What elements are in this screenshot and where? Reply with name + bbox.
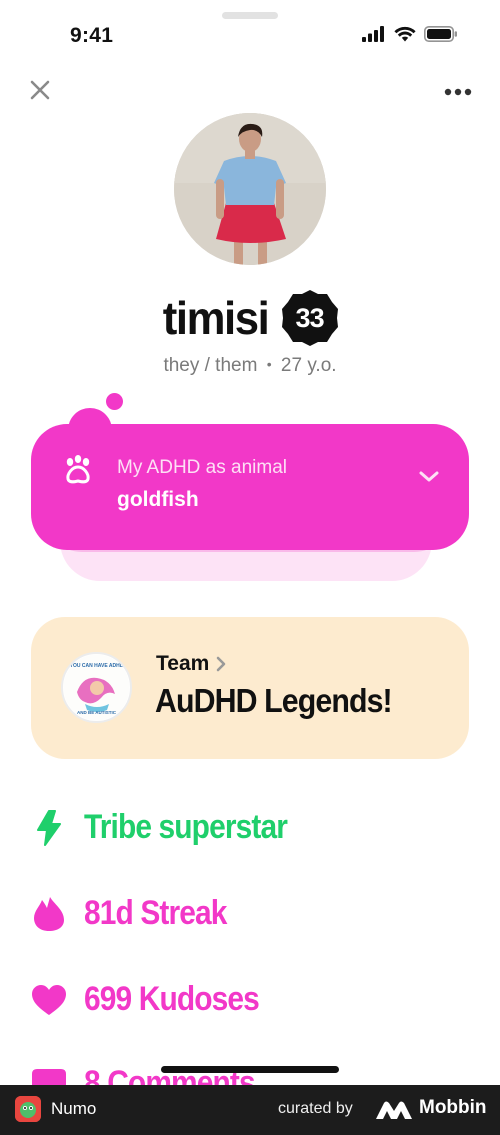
stat-kudoses[interactable]: 699 Kudoses bbox=[30, 980, 283, 1019]
comment-icon bbox=[32, 1068, 66, 1085]
team-avatar-illustration: YOU CAN HAVE ADHD AND BE AUTISTIC bbox=[63, 654, 130, 721]
profile-name: timisi bbox=[163, 292, 270, 344]
footer-brand[interactable]: Mobbin bbox=[419, 1097, 487, 1119]
flame-icon bbox=[34, 896, 64, 931]
sheet-grabber[interactable] bbox=[222, 12, 278, 19]
animal-card-value: goldfish bbox=[117, 488, 199, 511]
profile-name-row: timisi 33 bbox=[0, 288, 500, 348]
animal-card-bubble-small bbox=[106, 393, 123, 410]
adhd-animal-card[interactable] bbox=[31, 424, 469, 550]
avatar-photo bbox=[174, 113, 326, 265]
numo-app-icon bbox=[15, 1096, 41, 1122]
status-icons bbox=[362, 26, 458, 42]
team-avatar: YOU CAN HAVE ADHD AND BE AUTISTIC bbox=[61, 652, 132, 723]
numo-logo-icon bbox=[15, 1096, 41, 1122]
status-time: 9:41 bbox=[70, 24, 114, 47]
pronouns: they / them bbox=[163, 355, 258, 376]
more-dots-icon bbox=[444, 88, 472, 96]
team-avatar-text-top: YOU CAN HAVE ADHD bbox=[70, 663, 124, 669]
lightning-icon bbox=[37, 809, 61, 846]
animal-card-label: My ADHD as animal bbox=[117, 457, 287, 478]
avatar[interactable] bbox=[174, 113, 326, 265]
mobbin-logo-icon bbox=[376, 1101, 412, 1119]
stat-label: 81d Streak bbox=[84, 894, 227, 932]
subtitle-separator: • bbox=[266, 356, 272, 372]
more-options-button[interactable] bbox=[444, 80, 472, 104]
chevron-right-icon bbox=[217, 656, 226, 672]
battery-icon bbox=[424, 26, 457, 42]
profile-sheet: 9:41 timisi 33 they / them • 27 y.o. My … bbox=[0, 0, 500, 1085]
footer-app-name: Numo bbox=[51, 1099, 97, 1118]
team-avatar-text-bottom: AND BE AUTISTIC bbox=[77, 710, 117, 715]
home-indicator[interactable] bbox=[161, 1066, 339, 1073]
team-name: AuDHD Legends! bbox=[155, 682, 393, 719]
footer-curated-by: curated by bbox=[278, 1100, 353, 1117]
stat-label: 699 Kudoses bbox=[84, 980, 260, 1018]
stat-label: Tribe superstar bbox=[84, 808, 288, 846]
level-number: 33 bbox=[295, 302, 325, 333]
team-label: Team bbox=[156, 652, 210, 675]
team-label-link[interactable]: Team bbox=[156, 652, 227, 676]
age: 27 y.o. bbox=[280, 355, 337, 376]
close-button[interactable] bbox=[26, 76, 54, 104]
chevron-down-icon[interactable] bbox=[416, 466, 442, 486]
attribution-footer: Numo curated by Mobbin bbox=[0, 1085, 500, 1135]
paw-icon bbox=[66, 455, 90, 484]
cellular-signal-icon bbox=[362, 26, 384, 42]
profile-subtitle: they / them • 27 y.o. bbox=[0, 355, 500, 377]
heart-icon bbox=[32, 984, 66, 1015]
level-badge[interactable]: 33 bbox=[280, 288, 340, 348]
stat-tribe-superstar[interactable]: Tribe superstar bbox=[30, 808, 315, 847]
stat-streak[interactable]: 81d Streak bbox=[30, 894, 246, 933]
close-icon bbox=[30, 80, 50, 100]
wifi-icon bbox=[394, 26, 416, 42]
